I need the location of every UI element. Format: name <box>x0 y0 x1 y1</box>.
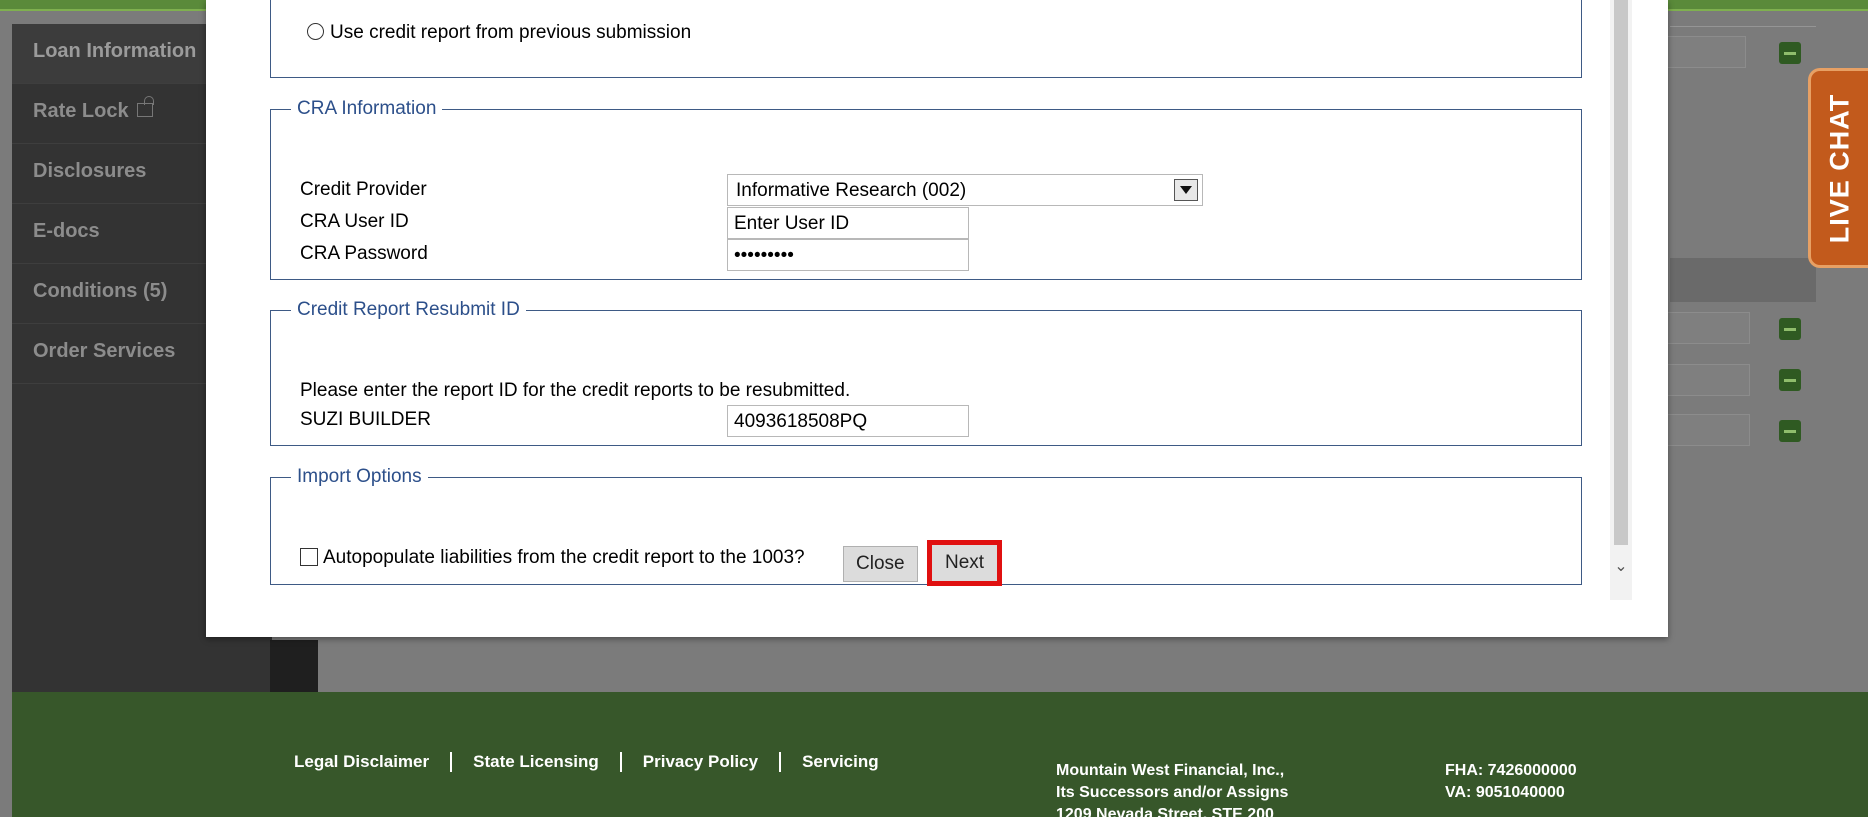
previous-submission-label: Use credit report from previous submissi… <box>330 22 692 43</box>
chevron-down-icon[interactable]: ⌄ <box>1614 556 1628 580</box>
next-button[interactable]: Next <box>927 540 1003 586</box>
sidebar-item-label: Loan Information <box>33 40 197 62</box>
chevron-down-icon[interactable] <box>1174 179 1198 201</box>
remove-icon[interactable] <box>1779 318 1801 340</box>
cra-information-legend: CRA Information <box>297 98 437 119</box>
modal-scrollbar[interactable]: ⌄ <box>1610 0 1632 600</box>
privacy-policy-link[interactable]: Privacy Policy <box>619 752 779 772</box>
modal-scroll-area: Use credit report from previous submissi… <box>206 0 1616 637</box>
close-button[interactable]: Close <box>843 546 918 582</box>
footer-links: Legal Disclaimer State Licensing Privacy… <box>294 752 900 772</box>
autopopulate-label: Autopopulate liabilities from the credit… <box>323 547 805 568</box>
remove-icon[interactable] <box>1779 369 1801 391</box>
credit-source-group: Use credit report from previous submissi… <box>270 0 1582 78</box>
license-ids: FHA: 7426000000 VA: 9051040000 <box>1445 760 1577 804</box>
import-options-group: Import Options Autopopulate liabilities … <box>270 466 1582 585</box>
live-chat-tab[interactable]: LIVE CHAT <box>1808 68 1868 268</box>
import-options-legend: Import Options <box>297 466 422 487</box>
remove-icon[interactable] <box>1779 42 1801 64</box>
cra-password-label: CRA Password <box>300 243 428 264</box>
previous-submission-radio[interactable] <box>307 23 324 40</box>
background-section-header <box>1670 258 1816 302</box>
cra-user-id-label: CRA User ID <box>300 211 409 232</box>
servicing-link[interactable]: Servicing <box>779 752 900 772</box>
state-licensing-link[interactable]: State Licensing <box>450 752 620 772</box>
company-address: Mountain West Financial, Inc., Its Succe… <box>1056 760 1288 817</box>
site-footer: Legal Disclaimer State Licensing Privacy… <box>12 692 1868 817</box>
sidebar-item-label: Conditions (5) <box>33 280 168 302</box>
company-successors: Its Successors and/or Assigns <box>1056 784 1289 801</box>
sidebar-item-label: Order Services <box>33 340 176 362</box>
sidebar-item-label: E-docs <box>33 220 100 242</box>
fha-id: FHA: 7426000000 <box>1445 762 1577 779</box>
company-name: Mountain West Financial, Inc., <box>1056 762 1285 779</box>
scrollbar-thumb[interactable] <box>1614 0 1628 545</box>
legal-disclaimer-link[interactable]: Legal Disclaimer <box>294 752 450 772</box>
sidebar-item-label: Disclosures <box>33 160 147 182</box>
content-panel-edge <box>270 640 318 692</box>
sidebar-item-label: Rate Lock <box>33 100 129 122</box>
credit-provider-value: Informative Research (002) <box>736 180 967 201</box>
resubmit-id-group: Credit Report Resubmit ID Please enter t… <box>270 299 1582 446</box>
cra-information-group: CRA Information Credit Provider Informat… <box>270 98 1582 280</box>
borrower-name-label: SUZI BUILDER <box>300 409 431 430</box>
remove-icon[interactable] <box>1779 420 1801 442</box>
background-divider <box>1670 26 1816 27</box>
unlock-icon <box>136 95 154 117</box>
cra-password-input[interactable]: ••••••••• <box>727 239 969 271</box>
credit-provider-label: Credit Provider <box>300 179 427 200</box>
credit-provider-select[interactable]: Informative Research (002) <box>727 174 1203 206</box>
cra-user-id-input[interactable]: Enter User ID <box>727 207 969 239</box>
live-chat-label: LIVE CHAT <box>1824 93 1854 243</box>
credit-report-modal: Use credit report from previous submissi… <box>206 0 1668 637</box>
report-id-input[interactable]: 4093618508PQ <box>727 405 969 437</box>
autopopulate-checkbox[interactable] <box>300 548 318 566</box>
company-street: 1209 Nevada Street, STE 200 <box>1056 806 1274 817</box>
va-id: VA: 9051040000 <box>1445 784 1565 801</box>
resubmit-id-legend: Credit Report Resubmit ID <box>297 299 520 320</box>
resubmit-instruction: Please enter the report ID for the credi… <box>300 380 851 401</box>
